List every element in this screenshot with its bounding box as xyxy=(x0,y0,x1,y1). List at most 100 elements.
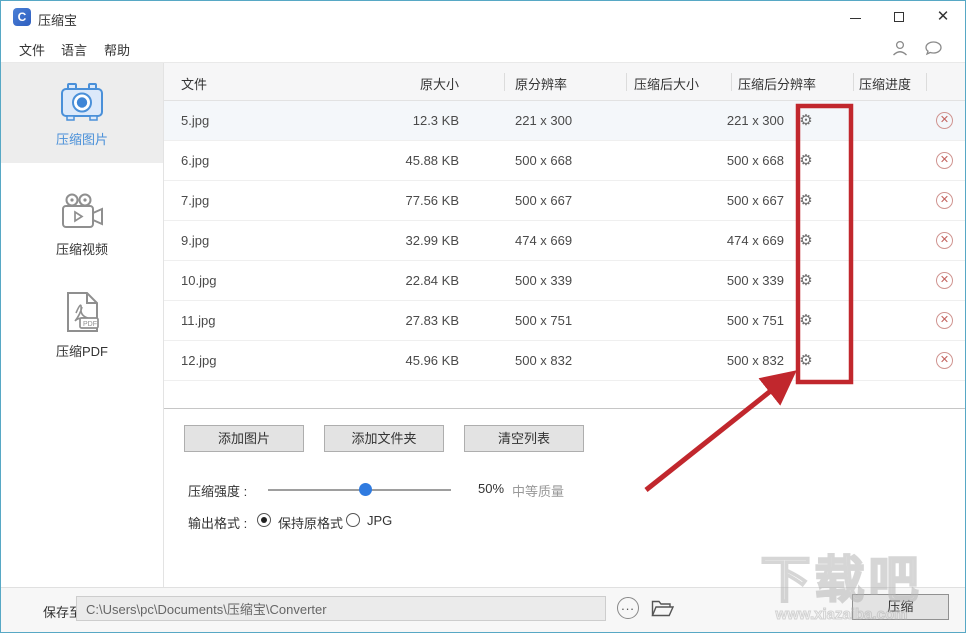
menu-file[interactable]: 文件 xyxy=(19,40,45,59)
remove-row-icon[interactable]: ✕ xyxy=(936,232,953,249)
radio-keep-original-format[interactable] xyxy=(257,513,271,527)
sidebar-label-compress-video: 压缩视频 xyxy=(1,239,163,258)
compressed-resolution: 500 x 832 xyxy=(684,353,784,368)
app-window: C 压缩宝 ✕ 文件 语言 帮助 xyxy=(0,0,966,633)
table-row[interactable]: 10.jpg 22.84 KB 500 x 339 500 x 339 ⚙ ✕ xyxy=(164,261,966,301)
header-original-resolution: 原分辨率 xyxy=(515,74,567,93)
file-name: 5.jpg xyxy=(181,113,209,128)
header-divider xyxy=(504,73,505,91)
svg-text:PDF: PDF xyxy=(83,321,97,328)
remove-row-icon[interactable]: ✕ xyxy=(936,272,953,289)
compressed-resolution: 500 x 751 xyxy=(684,313,784,328)
compressed-resolution: 474 x 669 xyxy=(684,233,784,248)
header-divider xyxy=(731,73,732,91)
table-row[interactable]: 5.jpg 12.3 KB 221 x 300 221 x 300 ⚙ ✕ xyxy=(164,101,966,141)
table-row[interactable]: 6.jpg 45.88 KB 500 x 668 500 x 668 ⚙ ✕ xyxy=(164,141,966,181)
remove-row-icon[interactable]: ✕ xyxy=(936,112,953,129)
sidebar-label-compress-pdf: 压缩PDF xyxy=(1,341,163,360)
remove-row-icon[interactable]: ✕ xyxy=(936,192,953,209)
header-compressed-size: 压缩后大小 xyxy=(634,74,699,93)
strength-percent-value: 50% xyxy=(478,481,504,496)
maximize-button[interactable] xyxy=(877,1,921,33)
header-compressed-resolution: 压缩后分辨率 xyxy=(738,74,816,93)
close-icon: ✕ xyxy=(937,8,950,25)
original-resolution: 221 x 300 xyxy=(515,113,572,128)
app-logo-icon: C xyxy=(13,8,31,26)
table-row[interactable]: 7.jpg 77.56 KB 500 x 667 500 x 667 ⚙ ✕ xyxy=(164,181,966,221)
strength-quality-label: 中等质量 xyxy=(512,481,564,500)
sidebar-item-compress-pdf[interactable]: PDF 压缩PDF xyxy=(1,273,163,368)
table-row[interactable]: 9.jpg 32.99 KB 474 x 669 474 x 669 ⚙ ✕ xyxy=(164,221,966,261)
open-folder-icon[interactable] xyxy=(651,599,674,621)
pdf-file-icon: PDF xyxy=(60,291,104,335)
row-settings-gear-icon[interactable]: ⚙ xyxy=(796,311,816,329)
table-row[interactable]: 11.jpg 27.83 KB 500 x 751 500 x 751 ⚙ ✕ xyxy=(164,301,966,341)
header-divider xyxy=(926,73,927,91)
clear-list-button[interactable]: 清空列表 xyxy=(464,425,584,452)
sidebar: 压缩图片 压缩视频 PDF 压缩PDF xyxy=(1,63,164,587)
menu-language[interactable]: 语言 xyxy=(61,40,87,59)
original-resolution: 500 x 668 xyxy=(515,153,572,168)
radio-jpg-format[interactable] xyxy=(346,513,360,527)
header-divider xyxy=(626,73,627,91)
original-size: 32.99 KB xyxy=(351,233,459,248)
table-row[interactable]: 12.jpg 45.96 KB 500 x 832 500 x 832 ⚙ ✕ xyxy=(164,341,966,381)
header-divider xyxy=(853,73,854,91)
row-settings-gear-icon[interactable]: ⚙ xyxy=(796,151,816,169)
chat-feedback-icon[interactable] xyxy=(924,39,943,60)
file-name: 11.jpg xyxy=(181,313,215,328)
user-account-icon[interactable] xyxy=(891,39,909,60)
title-bar: C 压缩宝 ✕ xyxy=(1,1,965,33)
sidebar-item-compress-image[interactable]: 压缩图片 xyxy=(1,63,163,163)
original-size: 45.96 KB xyxy=(351,353,459,368)
menu-bar: 文件 语言 帮助 xyxy=(1,33,965,63)
radio-label-jpg[interactable]: JPG xyxy=(367,513,392,528)
compression-strength-label: 压缩强度 : xyxy=(188,481,247,500)
remove-row-icon[interactable]: ✕ xyxy=(936,152,953,169)
row-settings-gear-icon[interactable]: ⚙ xyxy=(796,231,816,249)
camera-icon xyxy=(58,81,106,123)
file-name: 12.jpg xyxy=(181,353,216,368)
menu-help[interactable]: 帮助 xyxy=(104,40,130,59)
close-button[interactable]: ✕ xyxy=(921,1,965,33)
video-camera-icon xyxy=(57,191,107,233)
save-path-input[interactable] xyxy=(76,596,606,621)
strength-slider-handle[interactable] xyxy=(359,483,372,496)
row-settings-gear-icon[interactable]: ⚙ xyxy=(796,191,816,209)
app-title: 压缩宝 xyxy=(38,10,77,29)
original-size: 45.88 KB xyxy=(351,153,459,168)
row-settings-gear-icon[interactable]: ⚙ xyxy=(796,111,816,129)
browse-ellipsis-button[interactable]: ... xyxy=(617,597,639,619)
remove-row-icon[interactable]: ✕ xyxy=(936,352,953,369)
original-resolution: 500 x 667 xyxy=(515,193,572,208)
output-format-label: 输出格式 : xyxy=(188,513,247,532)
radio-selected-dot xyxy=(261,517,267,523)
remove-row-icon[interactable]: ✕ xyxy=(936,312,953,329)
minimize-icon xyxy=(850,18,861,19)
row-settings-gear-icon[interactable]: ⚙ xyxy=(796,271,816,289)
file-name: 7.jpg xyxy=(181,193,209,208)
radio-label-keep-original[interactable]: 保持原格式 xyxy=(278,513,343,532)
original-size: 22.84 KB xyxy=(351,273,459,288)
original-resolution: 500 x 339 xyxy=(515,273,572,288)
header-file: 文件 xyxy=(181,74,207,93)
table-header: 文件 原大小 原分辨率 压缩后大小 压缩后分辨率 压缩进度 xyxy=(164,63,966,101)
compress-button[interactable]: 压缩 xyxy=(852,594,949,620)
compressed-resolution: 500 x 667 xyxy=(684,193,784,208)
controls-divider xyxy=(164,408,966,409)
main-content: 文件 原大小 原分辨率 压缩后大小 压缩后分辨率 压缩进度 5.jpg 12.3… xyxy=(164,63,966,587)
original-size: 27.83 KB xyxy=(351,313,459,328)
row-settings-gear-icon[interactable]: ⚙ xyxy=(796,351,816,369)
file-name: 9.jpg xyxy=(181,233,209,248)
sidebar-item-compress-video[interactable]: 压缩视频 xyxy=(1,173,163,268)
add-folder-button[interactable]: 添加文件夹 xyxy=(324,425,444,452)
file-name: 6.jpg xyxy=(181,153,209,168)
original-resolution: 500 x 832 xyxy=(515,353,572,368)
sidebar-label-compress-image: 压缩图片 xyxy=(1,129,163,148)
header-original-size: 原大小 xyxy=(351,74,459,93)
original-resolution: 474 x 669 xyxy=(515,233,572,248)
compressed-resolution: 221 x 300 xyxy=(684,113,784,128)
header-progress: 压缩进度 xyxy=(859,74,911,93)
minimize-button[interactable] xyxy=(833,1,877,33)
add-images-button[interactable]: 添加图片 xyxy=(184,425,304,452)
